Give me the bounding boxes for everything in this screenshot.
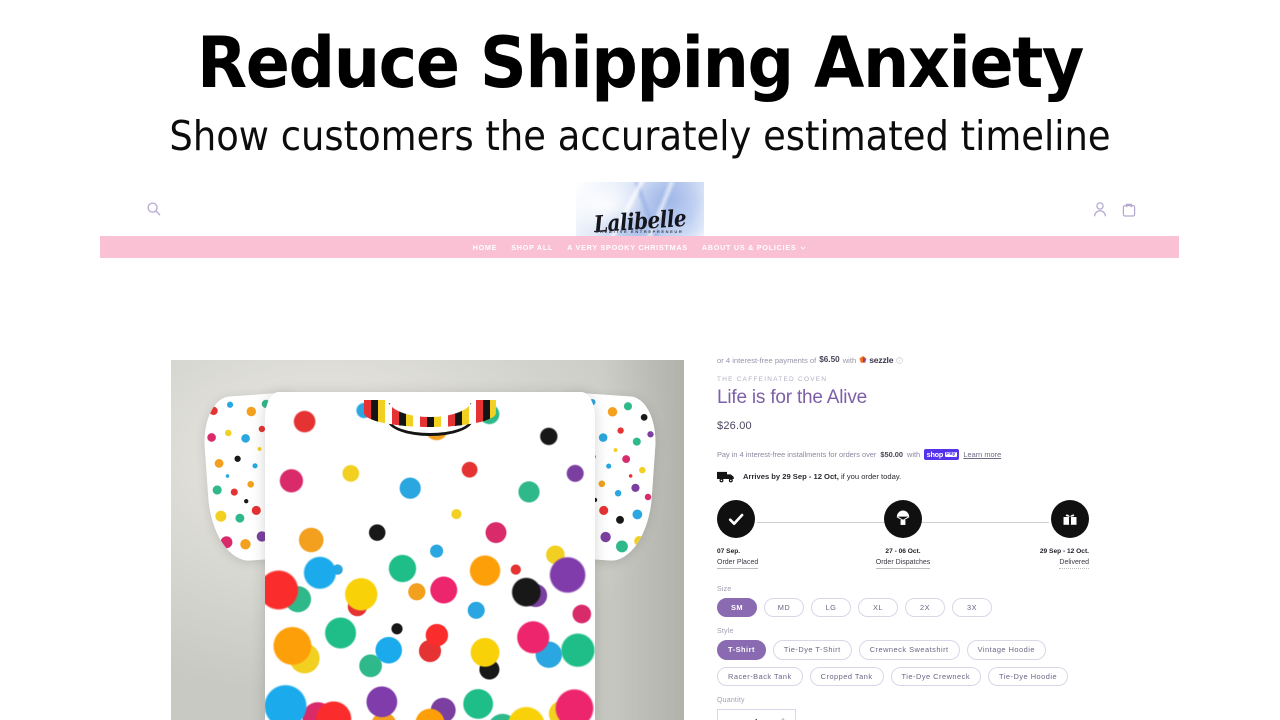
main-navigation: HOME SHOP ALL A VERY SPOOKY CHRISTMAS AB… xyxy=(100,236,1179,258)
product-title: Life is for the Alive xyxy=(717,386,867,408)
tshirt-collar-trim xyxy=(364,399,497,428)
storefront-window: Lalibelle CREATIVE ENTREPRENEUR HOME SHO… xyxy=(100,182,1179,720)
sezzle-logo: sezzle xyxy=(859,355,894,365)
nav-item-label: ABOUT US & POLICIES xyxy=(701,242,797,252)
size-option-chips: SM MD LG XL 2X 3X xyxy=(717,597,1117,618)
quantity-label: Quantity xyxy=(717,696,745,704)
arrival-suffix: if you order today. xyxy=(840,472,902,482)
product-vendor[interactable]: THE CAFFEINATED COVEN xyxy=(717,376,1117,383)
timeline-date: 27 - 06 Oct. xyxy=(885,547,921,555)
header-actions xyxy=(1092,201,1137,218)
style-option-label: Style xyxy=(717,628,734,636)
product-image-gallery[interactable] xyxy=(171,360,684,720)
style-chip-crewneck-sweatshirt[interactable]: Crewneck Sweatshirt xyxy=(858,640,960,660)
nav-item-a-very-spooky-christmas[interactable]: A VERY SPOOKY CHRISTMAS xyxy=(567,243,688,252)
timeline-label: Order Dispatches xyxy=(875,559,931,569)
info-icon[interactable] xyxy=(896,357,904,364)
product-page: or 4 interest-free payments of $6.50 wit… xyxy=(100,258,1179,720)
size-option-label: Size xyxy=(717,585,732,593)
parachute-delivery-icon xyxy=(894,510,912,528)
shop-pay-text: Pay in 4 interest-free installments for … xyxy=(717,449,877,459)
sezzle-installment-notice: or 4 interest-free payments of $6.50 wit… xyxy=(717,355,1117,365)
style-chip-t-shirt[interactable]: T-Shirt xyxy=(717,640,766,660)
timeline-steps: 07 Sep. Order Placed 27 - 06 Oct. Order … xyxy=(717,499,1089,578)
shop-pay-brand-suffix: Pay xyxy=(944,450,957,458)
delivery-timeline: 07 Sep. Order Placed 27 - 06 Oct. Order … xyxy=(717,499,1089,578)
truck-icon xyxy=(717,470,736,484)
search-icon[interactable] xyxy=(146,201,162,217)
screenshot-root: Reduce Shipping Anxiety Show customers t… xyxy=(0,0,1280,720)
timeline-node xyxy=(1051,499,1089,538)
timeline-node xyxy=(884,499,922,538)
shop-pay-with: with xyxy=(907,449,921,459)
account-icon[interactable] xyxy=(1092,201,1108,218)
sezzle-wordmark: sezzle xyxy=(869,355,894,365)
store-logo[interactable]: Lalibelle CREATIVE ENTREPRENEUR xyxy=(575,182,704,242)
size-chip-md[interactable]: MD xyxy=(764,597,804,618)
learn-more-link[interactable]: Learn more xyxy=(963,450,1001,458)
style-chip-cropped-tank[interactable]: Cropped Tank xyxy=(809,666,884,686)
chevron-down-icon xyxy=(800,244,806,250)
shop-pay-threshold: $50.00 xyxy=(880,449,903,459)
estimated-arrival-banner: Arrives by 29 Sep - 12 Oct, if you order… xyxy=(717,470,1117,484)
product-info: or 4 interest-free payments of $6.50 wit… xyxy=(717,355,1117,720)
style-chip-tie-dye-hoodie[interactable]: Tie-Dye Hoodie xyxy=(988,666,1069,686)
style-chip-tie-dye-t-shirt[interactable]: Tie-Dye T-Shirt xyxy=(772,640,852,660)
gift-icon xyxy=(1061,510,1079,528)
quantity-stepper: − 1 + xyxy=(717,708,796,720)
print-pattern-dense xyxy=(264,547,596,720)
size-chip-2x[interactable]: 2X xyxy=(905,597,945,618)
timeline-label: Order Placed xyxy=(717,559,759,569)
style-chip-racer-back-tank[interactable]: Racer-Back Tank xyxy=(717,666,803,686)
hero-subheadline: Show customers the accurately estimated … xyxy=(169,112,1111,160)
marketing-hero: Reduce Shipping Anxiety Show customers t… xyxy=(0,0,1280,182)
size-chip-sm[interactable]: SM xyxy=(717,597,757,618)
nav-item-label: HOME xyxy=(472,242,498,252)
sezzle-prefix: or 4 interest-free payments of xyxy=(717,355,817,365)
product-price: $26.00 xyxy=(717,420,752,433)
nav-item-label: A VERY SPOOKY CHRISTMAS xyxy=(567,242,688,252)
arrival-text: Arrives by 29 Sep - 12 Oct, if you order… xyxy=(743,472,901,481)
timeline-step-order-dispatches: 27 - 06 Oct. Order Dispatches xyxy=(858,499,948,578)
sezzle-with: with xyxy=(842,355,857,365)
timeline-step-delivered: 29 Sep - 12 Oct. Delivered xyxy=(999,499,1089,578)
sezzle-amount: $6.50 xyxy=(819,355,840,365)
size-chip-3x[interactable]: 3X xyxy=(952,597,992,618)
timeline-label: Delivered xyxy=(1059,559,1089,569)
shop-pay-installments-notice: Pay in 4 interest-free installments for … xyxy=(717,449,1117,460)
timeline-date: 29 Sep - 12 Oct. xyxy=(1039,547,1089,555)
arrival-date-range: Arrives by 29 Sep - 12 Oct, xyxy=(743,472,839,482)
timeline-node xyxy=(717,499,755,538)
nav-item-about-us-and-policies[interactable]: ABOUT US & POLICIES xyxy=(702,243,807,252)
cart-icon[interactable] xyxy=(1121,201,1137,218)
product-photo-tshirt xyxy=(201,368,659,720)
check-icon xyxy=(727,510,745,528)
tshirt-body xyxy=(264,391,596,720)
style-option-chips: T-Shirt Tie-Dye T-Shirt Crewneck Sweatsh… xyxy=(717,640,1117,686)
nav-item-label: SHOP ALL xyxy=(511,242,554,252)
logo-tagline: CREATIVE ENTREPRENEUR xyxy=(595,229,684,234)
size-chip-lg[interactable]: LG xyxy=(811,597,851,618)
shop-pay-brand: shop xyxy=(926,449,944,459)
shop-pay-badge: shop Pay xyxy=(924,449,960,460)
style-chip-tie-dye-crewneck[interactable]: Tie-Dye Crewneck xyxy=(890,666,982,686)
timeline-date: 07 Sep. xyxy=(717,547,741,555)
hero-headline: Reduce Shipping Anxiety xyxy=(197,22,1084,104)
style-chip-vintage-hoodie[interactable]: Vintage Hoodie xyxy=(966,640,1047,660)
size-chip-xl[interactable]: XL xyxy=(858,597,898,618)
nav-item-home[interactable]: HOME xyxy=(473,243,498,252)
sezzle-mark-icon xyxy=(859,356,867,364)
nav-item-shop-all[interactable]: SHOP ALL xyxy=(511,243,553,252)
store-header: Lalibelle CREATIVE ENTREPRENEUR xyxy=(100,182,1179,242)
timeline-step-order-placed: 07 Sep. Order Placed xyxy=(717,499,807,578)
